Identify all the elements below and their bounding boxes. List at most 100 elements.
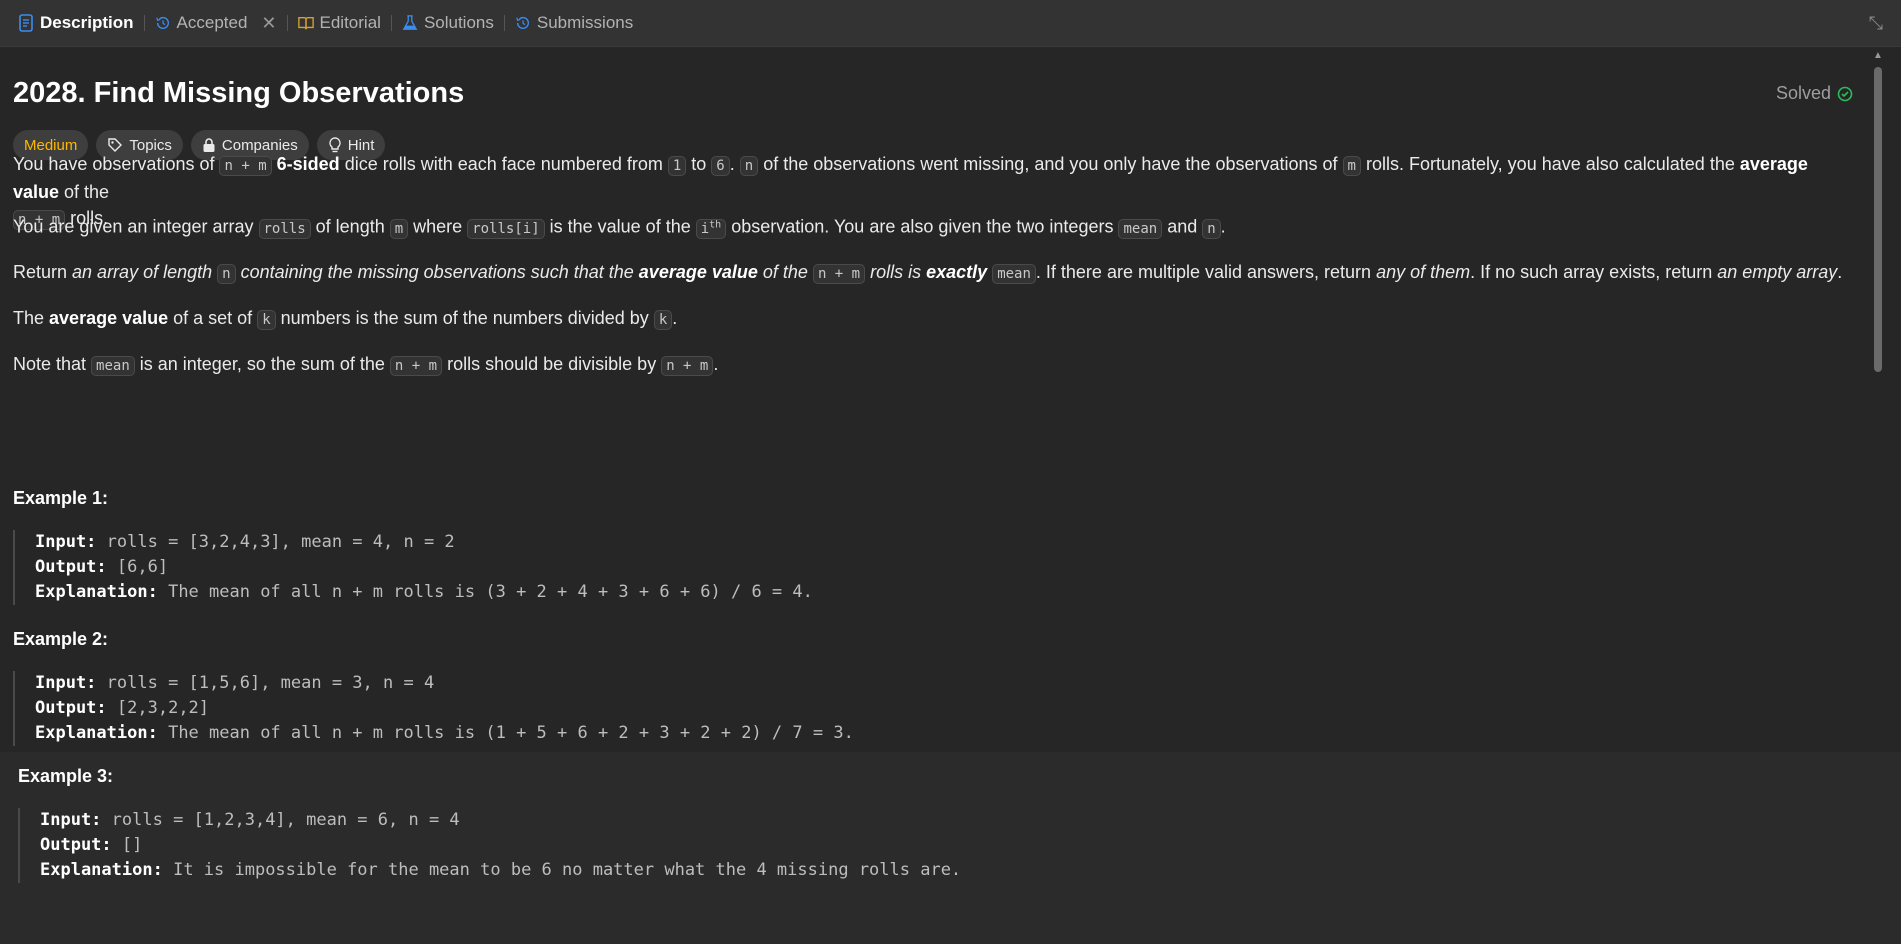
label: Input: (35, 532, 97, 552)
tab-submissions[interactable]: Submissions (507, 0, 641, 47)
collapse-icon[interactable]: ⤡ (1869, 13, 1883, 34)
italic-text: an array of length (72, 262, 218, 282)
example-heading: Example 1: (13, 488, 109, 508)
bold-italic-text: average value (638, 262, 758, 282)
value: The mean of all n + m rolls is (1 + 5 + … (168, 723, 854, 743)
text: . (672, 308, 678, 328)
value: The mean of all n + m rolls is (3 + 2 + … (168, 582, 813, 602)
inline-code: k (257, 310, 276, 330)
example-output: Output: [2,3,2,2] (35, 696, 854, 721)
italic-text: any of them (1376, 262, 1471, 282)
example-explanation: Explanation: It is impossible for the me… (40, 858, 961, 883)
tab-bar: Description Accepted ✕ Editorial Solutio… (0, 0, 1901, 47)
tab-divider (143, 15, 145, 31)
bold-italic-text: exactly (926, 262, 988, 282)
tab-label: Accepted (176, 13, 248, 32)
label: Explanation: (40, 860, 163, 880)
inline-code: mean (1118, 218, 1163, 239)
inline-code: mean (91, 356, 135, 376)
paragraph-2: You are given an integer array rolls of … (13, 212, 1843, 242)
example-block: Input: rolls = [1,2,3,4], mean = 6, n = … (18, 808, 961, 883)
superscript: th (709, 219, 722, 230)
tab-label: Description (40, 13, 134, 32)
italic-text: rolls is (865, 262, 927, 282)
status-label: Solved (1775, 83, 1831, 103)
tab-divider (503, 15, 505, 31)
inline-code: ith (695, 218, 727, 239)
text: to (686, 154, 712, 174)
italic-text: of the (757, 262, 813, 282)
value: [6,6] (116, 557, 169, 577)
label: Output: (35, 698, 107, 718)
paragraph-5: Note that mean is an integer, so the sum… (13, 351, 1843, 379)
inline-code: 6 (711, 156, 730, 176)
scrollbar[interactable]: ▲ (1871, 47, 1885, 752)
value: [] (121, 835, 143, 855)
book-icon (297, 17, 314, 30)
text: . (713, 354, 719, 374)
inline-code: n + m (812, 264, 866, 284)
example-block: Input: rolls = [3,2,4,3], mean = 4, n = … (13, 530, 813, 605)
tab-label: Editorial (319, 13, 381, 32)
italic-text: containing the missing observations such… (235, 262, 639, 282)
text: rolls should be divisible by (442, 354, 662, 374)
inline-code: m (389, 218, 409, 239)
check-circle-icon (1837, 86, 1853, 101)
inline-code: n (739, 156, 759, 176)
text: . (1220, 216, 1226, 237)
paragraph-3: Return an array of length n containing t… (13, 259, 1843, 287)
inline-code: n (1202, 218, 1221, 239)
label: Input: (40, 810, 102, 830)
lower-panel: Example 3: Input: rolls = [1,2,3,4], mea… (0, 752, 1901, 944)
value: [2,3,2,2] (116, 698, 210, 718)
inline-code: m (1342, 156, 1361, 176)
close-icon[interactable]: ✕ (261, 13, 276, 34)
history-icon (516, 16, 529, 29)
scroll-up-arrow-icon[interactable]: ▲ (1873, 50, 1883, 61)
inline-code: 1 (667, 156, 687, 176)
example-heading: Example 3: (18, 766, 114, 786)
label: Explanation: (35, 723, 158, 743)
text: of a set of (168, 308, 258, 328)
tab-label: Solutions (423, 13, 494, 32)
text: . (1837, 262, 1843, 282)
example-input: Input: rolls = [3,2,4,3], mean = 4, n = … (35, 530, 813, 555)
inline-code: n + m (389, 356, 443, 376)
example-heading: Example 2: (13, 629, 109, 649)
text: numbers is the sum of the numbers divide… (275, 308, 654, 328)
tab-editorial[interactable]: Editorial (290, 0, 389, 47)
italic-text: an empty array (1717, 262, 1838, 282)
history-icon (155, 16, 169, 29)
bold-text: 6-sided (276, 154, 340, 174)
text: observation. You are also given the two … (726, 216, 1119, 237)
value: It is impossible for the mean to be 6 no… (173, 860, 962, 880)
tab-accepted[interactable]: Accepted ✕ (147, 0, 285, 47)
example-output: Output: [] (40, 833, 961, 858)
text: You are given an integer array (13, 216, 259, 237)
text: Note that (13, 354, 92, 374)
scrollbar-thumb[interactable] (1874, 67, 1882, 372)
paragraph-4: The average value of a set of k numbers … (13, 305, 1843, 333)
tab-divider (286, 15, 288, 31)
tab-description[interactable]: Description (10, 0, 142, 47)
example-explanation: Explanation: The mean of all n + m rolls… (35, 721, 854, 746)
example-input: Input: rolls = [1,5,6], mean = 3, n = 4 (35, 671, 854, 696)
value: rolls = [1,2,3,4], mean = 6, n = 4 (111, 810, 460, 830)
text: . If no such array exists, return (1470, 262, 1718, 282)
code-text: i (700, 220, 710, 237)
tab-solutions[interactable]: Solutions (394, 0, 502, 47)
inline-code: n + m (661, 356, 714, 376)
label: Input: (35, 673, 97, 693)
label: Output: (35, 557, 107, 577)
text: . If there are multiple valid answers, r… (1035, 262, 1377, 282)
text: You have observations of (13, 154, 220, 174)
flask-icon (402, 15, 418, 30)
value: rolls = [3,2,4,3], mean = 4, n = 2 (106, 532, 455, 552)
inline-code: rolls[i] (467, 218, 545, 239)
inline-code: mean (992, 264, 1036, 284)
text: dice rolls with each face numbered from (339, 154, 668, 174)
example-explanation: Explanation: The mean of all n + m rolls… (35, 580, 813, 605)
page-title: 2028. Find Missing Observations (13, 77, 465, 109)
tab-label: Submissions (536, 13, 634, 32)
text: is an integer, so the sum of the (134, 354, 390, 374)
